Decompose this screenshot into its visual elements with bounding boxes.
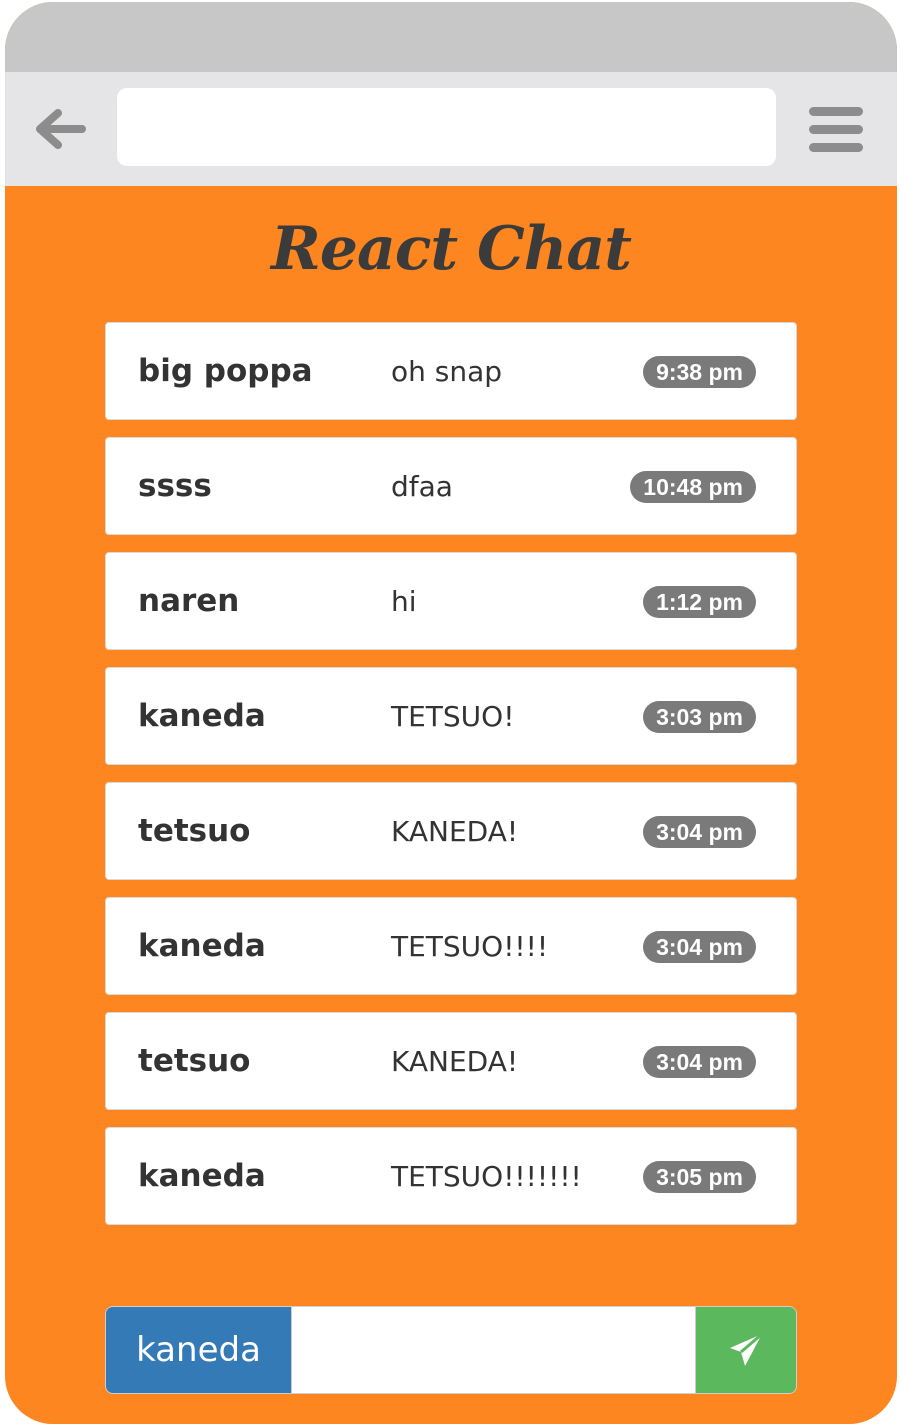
back-button[interactable]: [27, 100, 91, 158]
hamburger-menu-icon: [809, 106, 863, 116]
message-input[interactable]: [291, 1307, 696, 1393]
message-composer: kaneda: [105, 1306, 797, 1394]
hamburger-menu-icon: [809, 124, 863, 134]
message-username: naren: [138, 583, 240, 619]
message-time-badge: 3:05 pm: [643, 1161, 756, 1193]
message-time-badge: 9:38 pm: [643, 356, 756, 388]
message-username: tetsuo: [138, 1043, 251, 1079]
menu-button[interactable]: [805, 100, 867, 158]
message-username: kaneda: [138, 698, 266, 734]
message-text: KANEDA!: [391, 814, 519, 848]
message-time-badge: 3:03 pm: [643, 701, 756, 733]
message-item: kaneda TETSUO! 3:03 pm: [105, 667, 797, 765]
message-list: big poppa oh snap 9:38 pm ssss dfaa 10:4…: [105, 322, 797, 1242]
message-username: big poppa: [138, 353, 313, 389]
browser-toolbar: [5, 72, 897, 186]
status-bar: [5, 2, 897, 72]
message-username: ssss: [138, 468, 212, 504]
message-item: tetsuo KANEDA! 3:04 pm: [105, 1012, 797, 1110]
message-time-badge: 3:04 pm: [643, 1046, 756, 1078]
back-arrow-icon: [36, 109, 86, 149]
hamburger-menu-icon: [809, 142, 863, 152]
message-time-badge: 3:04 pm: [643, 816, 756, 848]
message-item: tetsuo KANEDA! 3:04 pm: [105, 782, 797, 880]
message-text: TETSUO!!!!: [391, 929, 549, 963]
message-item: kaneda TETSUO!!!!!!! 3:05 pm: [105, 1127, 797, 1225]
message-time-badge: 1:12 pm: [643, 586, 756, 618]
phone-frame: React Chat big poppa oh snap 9:38 pm sss…: [5, 2, 897, 1424]
message-username: kaneda: [138, 1158, 266, 1194]
url-input[interactable]: [117, 88, 776, 166]
message-text: KANEDA!: [391, 1044, 519, 1078]
app-title: React Chat: [270, 214, 632, 284]
message-item: naren hi 1:12 pm: [105, 552, 797, 650]
message-item: ssss dfaa 10:48 pm: [105, 437, 797, 535]
message-time-badge: 3:04 pm: [643, 931, 756, 963]
message-text: hi: [391, 584, 417, 618]
send-button[interactable]: [696, 1307, 796, 1393]
current-username-label: kaneda: [106, 1307, 291, 1393]
message-text: TETSUO!: [391, 699, 515, 733]
paper-plane-icon: [730, 1332, 763, 1366]
message-username: tetsuo: [138, 813, 251, 849]
message-text: dfaa: [391, 469, 453, 503]
message-text: oh snap: [391, 354, 503, 388]
message-item: big poppa oh snap 9:38 pm: [105, 322, 797, 420]
message-time-badge: 10:48 pm: [630, 471, 756, 503]
message-text: TETSUO!!!!!!!: [391, 1159, 582, 1193]
message-item: kaneda TETSUO!!!! 3:04 pm: [105, 897, 797, 995]
message-username: kaneda: [138, 928, 266, 964]
